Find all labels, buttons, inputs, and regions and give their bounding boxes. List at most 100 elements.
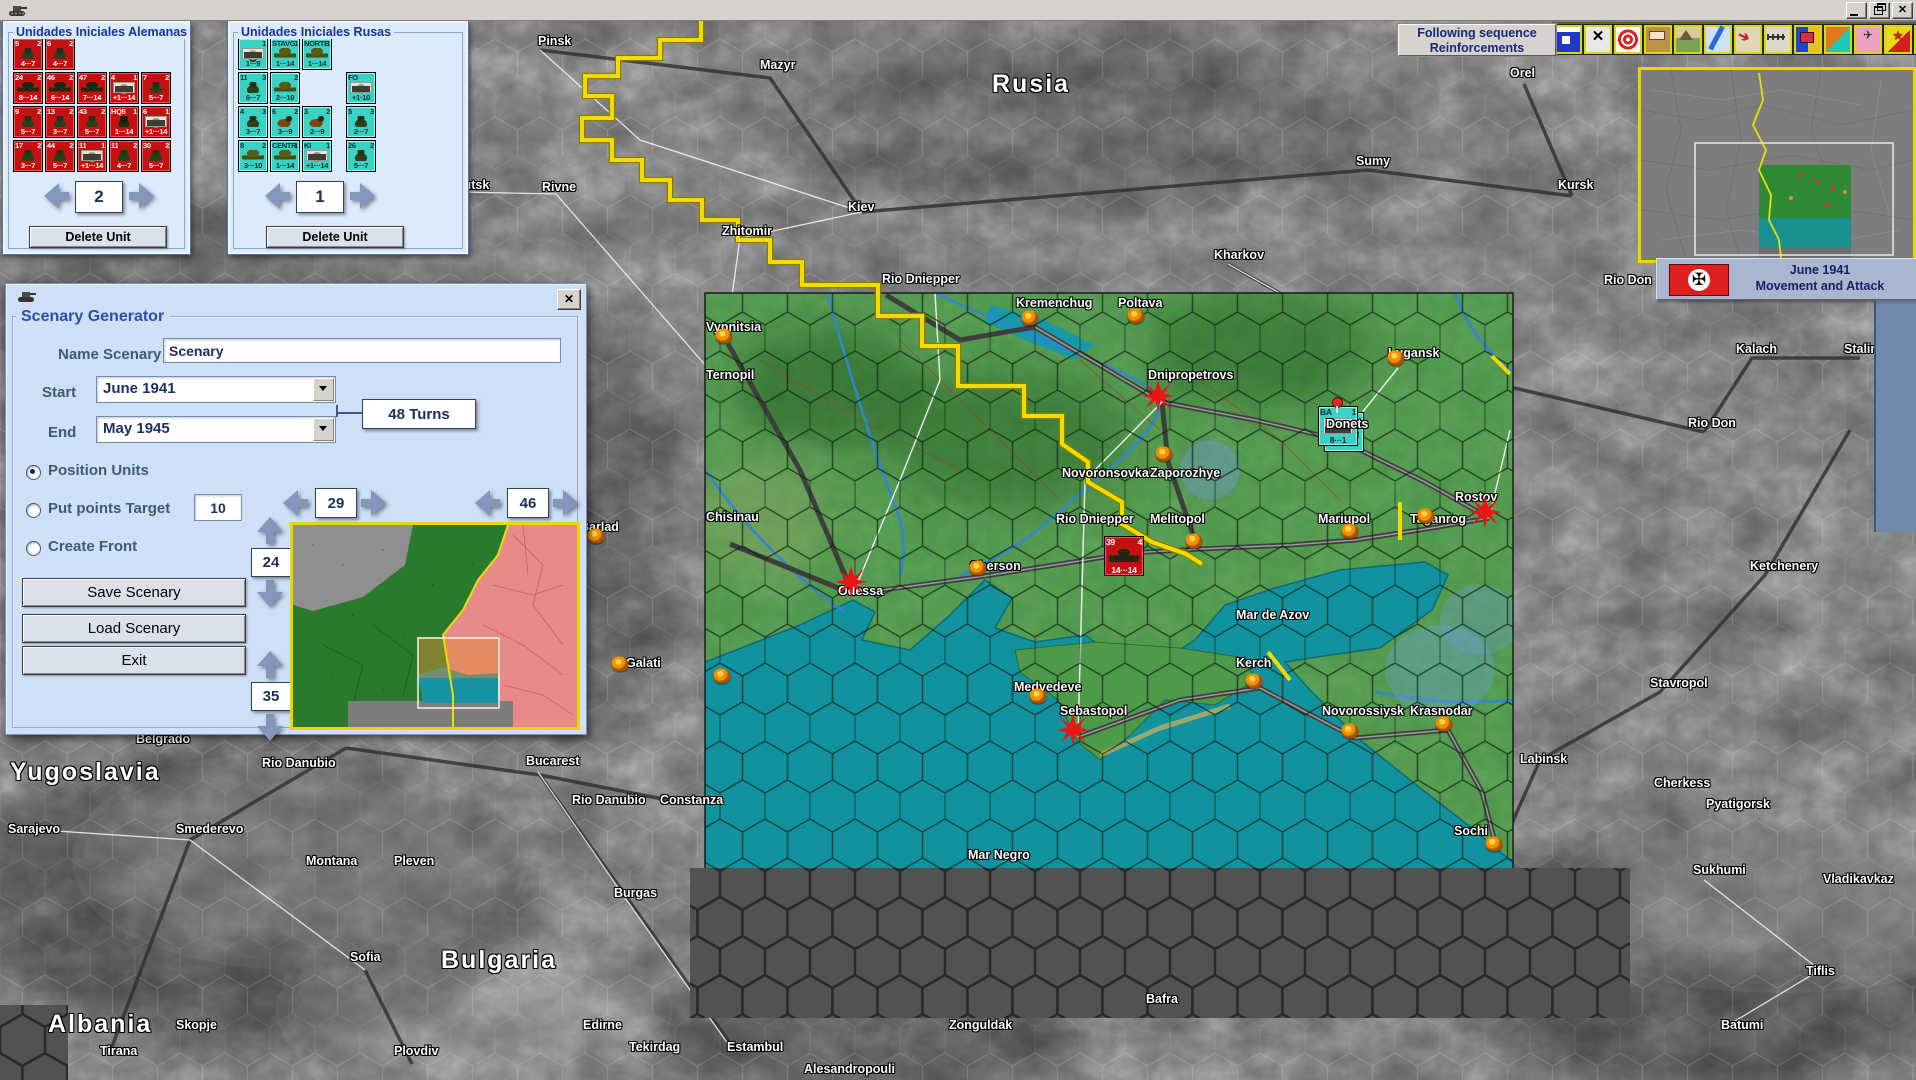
unit-counter[interactable]: KI1+1···14 <box>302 140 332 172</box>
end-combo[interactable]: May 1945 <box>96 416 336 443</box>
inf-glyph <box>17 116 39 127</box>
counter-value: 2 <box>262 142 266 150</box>
unit-counter[interactable]: 111+1···14 <box>77 140 107 172</box>
unit-counter[interactable]: FO+1·10 <box>346 72 376 104</box>
minimap-y2-up-button[interactable] <box>257 650 283 680</box>
end-dropdown-icon[interactable] <box>313 418 334 441</box>
counter-value: 1 <box>133 74 137 82</box>
objective-tool-button[interactable] <box>1884 25 1912 54</box>
german-delete-unit-button[interactable]: Delete Unit <box>29 226 167 248</box>
terrain-tool-button[interactable] <box>1674 25 1702 54</box>
unit-counter[interactable]: 4626···14 <box>45 72 75 104</box>
unit-counter[interactable]: 925···7 <box>13 106 43 138</box>
unit-counter[interactable]: 725···7 <box>141 72 171 104</box>
unit-counter[interactable]: 1124···7 <box>109 140 139 172</box>
minimap-y2-down-button[interactable] <box>257 712 283 742</box>
minimap-x-value[interactable]: 29 <box>315 488 357 518</box>
unit-counter[interactable]: 2428···14 <box>13 72 43 104</box>
minimap-x2-left-button[interactable] <box>474 490 502 516</box>
minimap-y1-up-button[interactable] <box>257 516 283 546</box>
unit-counter[interactable]: STAVG11···14 <box>270 38 300 70</box>
unit-counter[interactable]: 39414···14 <box>1104 536 1144 576</box>
counter-value: 2 <box>37 108 41 116</box>
minimap-y1-down-button[interactable] <box>257 578 283 608</box>
unit-counter[interactable]: HQ511···14 <box>109 106 139 138</box>
minimap-y2-value[interactable]: 35 <box>251 682 291 711</box>
rail-tool-button[interactable] <box>1764 25 1792 54</box>
unit-counter[interactable]: 823···10 <box>238 140 268 172</box>
restore-button[interactable] <box>1869 2 1890 19</box>
unit-counter[interactable]: BA18···1 <box>1318 406 1358 446</box>
german-next-page-button[interactable] <box>127 183 155 209</box>
tank-glyph <box>306 48 328 59</box>
unit-counter[interactable]: 4325···7 <box>77 106 107 138</box>
inf-glyph <box>145 150 167 161</box>
counter-value: 1 <box>101 142 105 150</box>
start-dropdown-icon[interactable] <box>313 378 334 401</box>
russian-page-number[interactable]: 1 <box>296 181 344 213</box>
river-tool-button[interactable] <box>1704 25 1732 54</box>
overview-minimap[interactable] <box>1638 67 1916 263</box>
markers-icon <box>1856 27 1880 52</box>
unit-counter[interactable]: 623···9 <box>270 106 300 138</box>
counter-value: KI <box>304 142 311 150</box>
russian-prev-page-button[interactable] <box>264 183 292 209</box>
close-icon: ✕ <box>1893 3 1912 18</box>
german-page-number[interactable]: 2 <box>75 181 123 213</box>
save-tool-button[interactable] <box>1554 25 1582 54</box>
exit-button[interactable]: Exit <box>22 646 246 675</box>
unit-counter[interactable]: CENTR11···14 <box>270 140 300 172</box>
delete-tool-button[interactable] <box>1584 25 1612 54</box>
unit-counter[interactable]: 322···9 <box>302 106 332 138</box>
unit-counter[interactable]: 1136···7 <box>238 72 268 104</box>
units-tool-button[interactable] <box>1794 25 1822 54</box>
german-prev-page-button[interactable] <box>43 183 71 209</box>
signpost-tool-button[interactable] <box>1644 25 1672 54</box>
unit-counter[interactable]: NORTE11···14 <box>302 38 332 70</box>
target-points-input[interactable] <box>194 494 242 521</box>
minimap-x2-right-button[interactable] <box>551 490 579 516</box>
minimize-button[interactable] <box>1846 2 1867 19</box>
unit-counter[interactable]: 41+1···14 <box>109 72 139 104</box>
unit-counter[interactable]: 61+1···14 <box>141 106 171 138</box>
minimap-y1-value[interactable]: 24 <box>251 548 291 577</box>
counter-value: 2 <box>69 40 73 48</box>
unit-counter[interactable]: 624···7 <box>45 38 75 70</box>
counter-value: 3 <box>304 108 308 116</box>
unit-counter[interactable]: 1323···7 <box>45 106 75 138</box>
minimap-scroll-right-button[interactable] <box>359 490 387 516</box>
unit-counter[interactable]: 2625···7 <box>346 140 376 172</box>
load-scenary-button[interactable]: Load Scenary <box>22 614 246 643</box>
unit-counter[interactable]: 22···10 <box>270 72 300 104</box>
unit-counter[interactable]: 1723···7 <box>13 140 43 172</box>
start-combo[interactable]: June 1941 <box>96 376 336 403</box>
counter-value: 5 <box>15 40 19 48</box>
unit-counter[interactable]: 532···7 <box>346 106 376 138</box>
markers-tool-button[interactable] <box>1854 25 1882 54</box>
dialog-close-button[interactable]: ✕ <box>557 289 581 310</box>
radio-put-points-target[interactable] <box>26 503 41 518</box>
scenario-name-input[interactable] <box>163 338 561 363</box>
radio-create-front[interactable] <box>26 541 41 556</box>
russian-delete-unit-button[interactable]: Delete Unit <box>266 226 404 248</box>
counter-value: 1 <box>326 142 330 150</box>
unit-counter[interactable]: 433···7 <box>238 106 268 138</box>
main-toolbar <box>1552 22 1916 54</box>
unit-counter[interactable]: 524···7 <box>13 38 43 70</box>
save-scenary-button[interactable]: Save Scenary <box>22 578 246 607</box>
russian-next-page-button[interactable] <box>348 183 376 209</box>
counter-value: 2 <box>294 74 298 82</box>
minimap-scroll-left-button[interactable] <box>282 490 310 516</box>
dialog-minimap[interactable] <box>290 522 580 730</box>
close-button[interactable]: ✕ <box>1892 2 1913 19</box>
unit-counter[interactable]: 4425···7 <box>45 140 75 172</box>
stack-flag-pin <box>1332 397 1343 408</box>
zone-tool-button[interactable] <box>1824 25 1852 54</box>
unit-counter[interactable]: 3025···7 <box>141 140 171 172</box>
target-tool-button[interactable] <box>1614 25 1642 54</box>
unit-counter[interactable]: 11···9 <box>238 38 268 70</box>
arrow-tool-button[interactable] <box>1734 25 1762 54</box>
unit-counter[interactable]: 4727···14 <box>77 72 107 104</box>
minimap-x2-value[interactable]: 46 <box>507 488 549 518</box>
radio-position-units[interactable] <box>26 465 41 480</box>
